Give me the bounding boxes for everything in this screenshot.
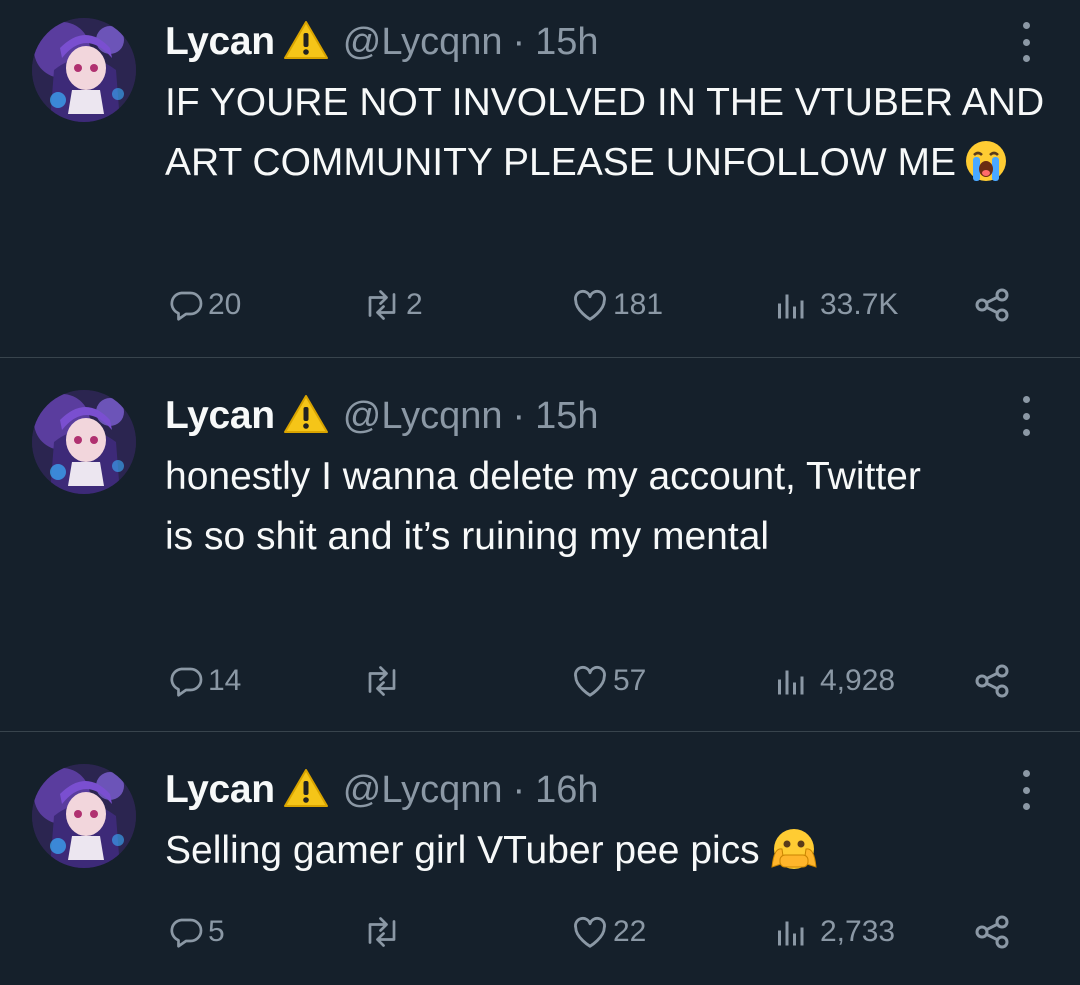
tweet-header: Lycan @Lycqnn · 16h — [165, 762, 599, 818]
author-name[interactable]: Lycan — [165, 394, 275, 438]
warning-icon — [283, 394, 329, 439]
author-name[interactable]: Lycan — [165, 768, 275, 812]
share-button[interactable] — [972, 910, 1012, 954]
tweet-header: Lycan @Lycqnn · 15h — [165, 14, 599, 70]
share-button[interactable] — [972, 283, 1012, 327]
like-count: 57 — [613, 664, 647, 697]
like-count: 22 — [613, 915, 647, 948]
warning-icon — [283, 768, 329, 813]
reply-icon — [170, 667, 203, 697]
like-button[interactable]: 181 — [571, 283, 663, 327]
share-icon — [975, 915, 1009, 949]
separator-dot: · — [512, 20, 526, 63]
author-handle[interactable]: @Lycqnn — [343, 395, 503, 438]
reply-button[interactable]: 14 — [168, 659, 241, 703]
retweet-icon — [368, 290, 396, 320]
timestamp[interactable]: 15h — [535, 21, 598, 64]
reply-count: 20 — [208, 288, 242, 321]
retweet-button[interactable]: 2 — [362, 283, 423, 327]
avatar[interactable] — [32, 764, 136, 868]
heart-icon — [574, 916, 606, 948]
reply-icon — [170, 291, 203, 321]
face-with-open-eyes-and-hand-over-mouth-emoji — [768, 827, 820, 889]
more-options-icon[interactable] — [1017, 770, 1035, 810]
share-button[interactable] — [972, 659, 1012, 703]
tweet-text-block: honestly I wanna delete my account, Twit… — [165, 447, 945, 567]
tweet-text: IF YOURE NOT INVOLVED IN THE VTUBER AND … — [165, 81, 1045, 184]
view-count: 33.7K — [820, 288, 899, 321]
retweet-icon — [368, 666, 396, 696]
tweet-actions: 20 2 181 33.7K — [0, 283, 1080, 327]
like-button[interactable]: 22 — [571, 910, 646, 954]
author-name[interactable]: Lycan — [165, 20, 275, 64]
views-icon — [778, 294, 804, 319]
reply-button[interactable]: 5 — [168, 910, 225, 954]
view-count: 2,733 — [820, 915, 896, 948]
author-handle[interactable]: @Lycqnn — [343, 769, 503, 812]
retweet-button[interactable] — [362, 659, 406, 703]
warning-icon — [283, 20, 329, 65]
retweet-button[interactable] — [362, 910, 406, 954]
tweet-text-block: Selling gamer girl VTuber pee pics — [165, 821, 1055, 889]
separator-dot: · — [512, 394, 526, 437]
avatar[interactable] — [32, 390, 136, 494]
timestamp[interactable]: 16h — [535, 769, 598, 812]
like-button[interactable]: 57 — [571, 659, 646, 703]
timestamp[interactable]: 15h — [535, 395, 598, 438]
separator-dot: · — [512, 768, 526, 811]
tweet-text-block: IF YOURE NOT INVOLVED IN THE VTUBER AND … — [165, 73, 1055, 201]
tweet-text: honestly I wanna delete my account, Twit… — [165, 455, 921, 558]
views-button[interactable]: 33.7K — [772, 283, 898, 327]
retweet-icon — [368, 917, 396, 947]
reply-count: 14 — [208, 664, 242, 697]
tweet[interactable]: Lycan @Lycqnn · 15h honestly I wanna del… — [0, 358, 1080, 732]
tweet-actions: 14 57 4,928 — [0, 659, 1080, 703]
like-count: 181 — [613, 288, 664, 321]
views-button[interactable]: 2,733 — [772, 910, 895, 954]
more-options-icon[interactable] — [1017, 396, 1035, 436]
heart-icon — [574, 289, 606, 321]
author-handle[interactable]: @Lycqnn — [343, 21, 503, 64]
avatar[interactable] — [32, 18, 136, 122]
tweet-actions: 5 22 2,733 — [0, 910, 1080, 954]
reply-icon — [170, 918, 203, 948]
tweet[interactable]: Lycan @Lycqnn · 15h IF YOURE NOT INVOLVE… — [0, 0, 1080, 358]
tweet[interactable]: Lycan @Lycqnn · 16h Selling gamer girl V… — [0, 732, 1080, 985]
more-options-icon[interactable] — [1017, 22, 1035, 62]
share-icon — [975, 288, 1009, 322]
loudly-crying-face-emoji — [964, 139, 1008, 201]
reply-button[interactable]: 20 — [168, 283, 241, 327]
heart-icon — [574, 665, 606, 697]
views-icon — [778, 670, 804, 695]
retweet-count: 2 — [406, 288, 423, 321]
tweet-text: Selling gamer girl VTuber pee pics — [165, 829, 760, 872]
views-icon — [778, 921, 804, 946]
reply-count: 5 — [208, 915, 225, 948]
share-icon — [975, 664, 1009, 698]
view-count: 4,928 — [820, 664, 896, 697]
tweet-header: Lycan @Lycqnn · 15h — [165, 388, 599, 444]
views-button[interactable]: 4,928 — [772, 659, 895, 703]
